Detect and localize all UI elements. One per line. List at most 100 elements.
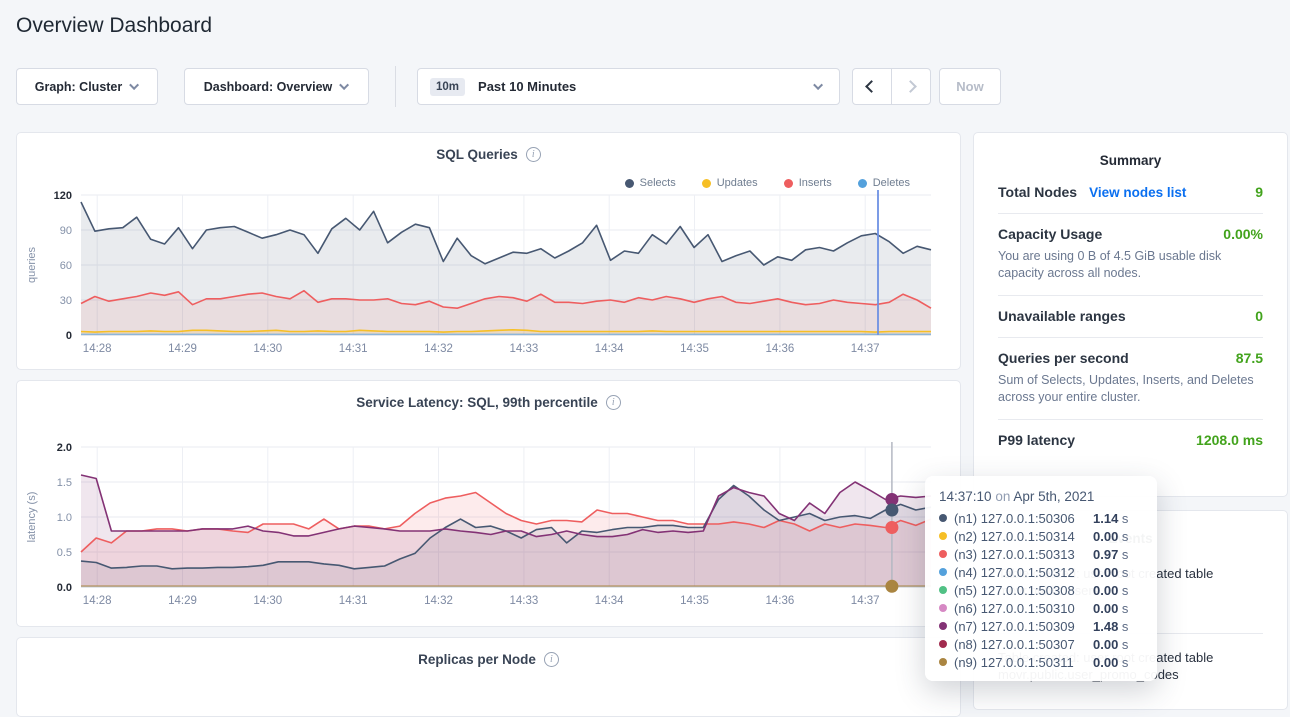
- info-icon[interactable]: i: [606, 395, 621, 410]
- legend-item-selects[interactable]: Selects: [625, 177, 676, 189]
- summary-row-label: P99 latency: [998, 432, 1075, 448]
- svg-text:0.5: 0.5: [57, 547, 72, 559]
- view-nodes-link[interactable]: View nodes list: [1089, 185, 1186, 200]
- svg-text:2.0: 2.0: [57, 442, 72, 454]
- svg-text:14:35: 14:35: [680, 343, 709, 355]
- svg-text:14:37: 14:37: [851, 343, 880, 355]
- graph-dropdown[interactable]: Graph: Cluster: [16, 68, 158, 105]
- node-color-dot-icon: [939, 532, 947, 540]
- tooltip-node-value: 0.00 s: [1093, 601, 1143, 616]
- svg-text:0: 0: [66, 330, 72, 342]
- now-button[interactable]: Now: [939, 68, 1001, 105]
- tooltip-node-label: (n6) 127.0.0.1:50310: [954, 601, 1075, 616]
- tooltip-node-value: 0.00 s: [1093, 529, 1143, 544]
- time-range-badge: 10m: [430, 78, 465, 96]
- sql-queries-title: SQL Queries: [436, 147, 518, 162]
- svg-text:14:32: 14:32: [424, 595, 453, 607]
- info-icon[interactable]: i: [526, 147, 541, 162]
- page-title: Overview Dashboard: [16, 14, 212, 38]
- dashboard-dropdown[interactable]: Dashboard: Overview: [184, 68, 369, 105]
- node-color-dot-icon: [939, 604, 947, 612]
- tooltip-node-row: (n5) 127.0.0.1:50308 0.00 s: [939, 581, 1143, 599]
- summary-row-label: Total Nodes: [998, 184, 1077, 200]
- legend-item-inserts[interactable]: Inserts: [784, 177, 832, 189]
- svg-text:14:31: 14:31: [339, 595, 368, 607]
- summary-row: Capacity Usage 0.00% You are using 0 B o…: [998, 214, 1263, 296]
- tooltip-node-row: (n7) 127.0.0.1:50309 1.48 s: [939, 617, 1143, 635]
- svg-text:14:28: 14:28: [83, 595, 112, 607]
- summary-row-value: 0.00%: [1223, 226, 1263, 242]
- summary-row: Queries per second 87.5 Sum of Selects, …: [998, 338, 1263, 420]
- tooltip-node-value: 0.00 s: [1093, 637, 1143, 652]
- node-color-dot-icon: [939, 622, 947, 630]
- svg-text:14:28: 14:28: [83, 343, 112, 355]
- summary-row-desc: You are using 0 B of 4.5 GiB usable disk…: [998, 248, 1263, 282]
- svg-text:90: 90: [60, 225, 72, 237]
- time-step-back-button[interactable]: [853, 69, 892, 104]
- svg-text:14:36: 14:36: [766, 343, 795, 355]
- service-latency-chart[interactable]: 0.00.51.01.52.014:2814:2914:3014:3114:32…: [17, 441, 946, 609]
- svg-text:14:29: 14:29: [168, 595, 197, 607]
- time-range-picker[interactable]: 10m Past 10 Minutes: [417, 68, 840, 105]
- replicas-per-node-title: Replicas per Node: [418, 652, 536, 667]
- chevron-down-icon: [129, 80, 139, 90]
- tooltip-node-row: (n6) 127.0.0.1:50310 0.00 s: [939, 599, 1143, 617]
- svg-text:latency (s): latency (s): [26, 492, 38, 543]
- tooltip-node-row: (n4) 127.0.0.1:50312 0.00 s: [939, 563, 1143, 581]
- tooltip-node-label: (n1) 127.0.0.1:50306: [954, 511, 1075, 526]
- controls-divider: [395, 66, 396, 107]
- svg-text:14:34: 14:34: [595, 595, 624, 607]
- tooltip-node-row: (n2) 127.0.0.1:50314 0.00 s: [939, 527, 1143, 545]
- summary-row-value: 87.5: [1236, 350, 1263, 366]
- summary-row-value: 9: [1255, 184, 1263, 200]
- svg-text:14:36: 14:36: [766, 595, 795, 607]
- legend-dot-icon: [702, 179, 711, 188]
- svg-text:60: 60: [60, 260, 72, 272]
- tooltip-node-row: (n1) 127.0.0.1:50306 1.14 s: [939, 509, 1143, 527]
- tooltip-node-value: 0.97 s: [1093, 547, 1143, 562]
- info-icon[interactable]: i: [544, 652, 559, 667]
- tooltip-node-label: (n5) 127.0.0.1:50308: [954, 583, 1075, 598]
- tooltip-node-row: (n9) 127.0.0.1:50311 0.00 s: [939, 653, 1143, 671]
- tooltip-node-value: 0.00 s: [1093, 583, 1143, 598]
- svg-text:14:32: 14:32: [424, 343, 453, 355]
- chevron-down-icon: [339, 80, 349, 90]
- legend-item-updates[interactable]: Updates: [702, 177, 758, 189]
- summary-row: P99 latency 1208.0 ms: [998, 420, 1263, 461]
- svg-text:14:37: 14:37: [851, 595, 880, 607]
- summary-row-label: Unavailable ranges: [998, 308, 1126, 324]
- summary-row-value: 0: [1255, 308, 1263, 324]
- summary-row-value: 1208.0 ms: [1196, 432, 1263, 448]
- tooltip-node-label: (n8) 127.0.0.1:50307: [954, 637, 1075, 652]
- svg-text:30: 30: [60, 295, 72, 307]
- svg-text:14:33: 14:33: [510, 595, 539, 607]
- service-latency-card: Service Latency: SQL, 99th percentile i …: [16, 380, 961, 627]
- sql-queries-card: SQL Queries i Selects Updates Inserts De…: [16, 132, 961, 370]
- svg-text:14:35: 14:35: [680, 595, 709, 607]
- summary-row: Unavailable ranges 0: [998, 296, 1263, 338]
- sql-queries-chart[interactable]: 030609012014:2814:2914:3014:3114:3214:33…: [17, 189, 946, 357]
- tooltip-node-label: (n4) 127.0.0.1:50312: [954, 565, 1075, 580]
- dashboard-dropdown-label: Dashboard: Overview: [204, 80, 333, 94]
- chevron-down-icon: [813, 80, 823, 90]
- time-range-label: Past 10 Minutes: [478, 79, 576, 94]
- time-step-forward-button[interactable]: [892, 69, 931, 104]
- service-latency-title: Service Latency: SQL, 99th percentile: [356, 395, 598, 410]
- svg-text:14:34: 14:34: [595, 343, 624, 355]
- svg-text:120: 120: [54, 190, 72, 202]
- tooltip-node-row: (n3) 127.0.0.1:50313 0.97 s: [939, 545, 1143, 563]
- sql-queries-legend: Selects Updates Inserts Deletes: [625, 177, 910, 189]
- summary-row-label: Capacity Usage: [998, 226, 1102, 242]
- chevron-right-icon: [904, 80, 917, 93]
- svg-text:14:29: 14:29: [168, 343, 197, 355]
- tooltip-node-label: (n3) 127.0.0.1:50313: [954, 547, 1075, 562]
- time-step-group: [852, 68, 931, 105]
- summary-row-desc: Sum of Selects, Updates, Inserts, and De…: [998, 372, 1263, 406]
- replicas-per-node-card: Replicas per Node i: [16, 637, 961, 717]
- legend-item-deletes[interactable]: Deletes: [858, 177, 910, 189]
- tooltip-node-value: 1.48 s: [1093, 619, 1143, 634]
- svg-text:queries: queries: [26, 246, 38, 283]
- svg-text:1.5: 1.5: [57, 477, 72, 489]
- chart-hover-tooltip: 14:37:10 on Apr 5th, 2021 (n1) 127.0.0.1…: [925, 476, 1157, 681]
- svg-text:14:30: 14:30: [253, 595, 282, 607]
